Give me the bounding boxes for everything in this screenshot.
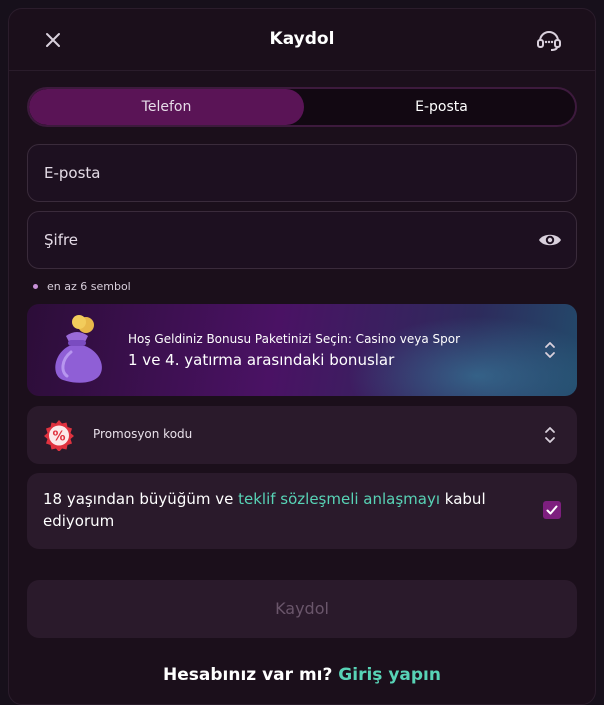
password-input[interactable]: [44, 212, 524, 268]
signup-method-tabs: Telefon E-posta: [27, 87, 577, 127]
check-icon: [546, 505, 558, 515]
terms-agreement: 18 yaşından büyüğüm ve teklif sözleşmeli…: [27, 473, 577, 549]
eye-icon[interactable]: [538, 229, 562, 251]
promo-code-label: Promosyon kodu: [93, 427, 193, 441]
login-link[interactable]: Giriş yapın: [338, 665, 441, 685]
terms-text-before: 18 yaşından büyüğüm ve: [43, 490, 239, 508]
promo-code-toggle[interactable]: % Promosyon kodu: [27, 406, 577, 464]
signup-modal: Kaydol Telefon E-posta en az 6 sembol: [8, 8, 596, 705]
chevron-updown-icon: [545, 427, 555, 443]
email-field-container: [27, 144, 577, 202]
login-prompt: Hesabınız var mı? Giriş yapın: [9, 665, 595, 685]
password-hint: en az 6 sembol: [33, 280, 131, 293]
modal-header: Kaydol: [9, 9, 595, 71]
chevron-updown-icon: [545, 342, 555, 358]
bullet-dot: [33, 284, 38, 289]
terms-link[interactable]: teklif sözleşmeli anlaşmayı: [238, 490, 440, 508]
tab-email[interactable]: E-posta: [304, 89, 575, 125]
bonus-title: 1 ve 4. yatırma arasındaki bonuslar: [128, 351, 395, 369]
svg-text:%: %: [52, 430, 65, 445]
bonus-subtitle: Hoş Geldiniz Bonusu Paketinizi Seçin: Ca…: [128, 332, 461, 346]
terms-text: 18 yaşından büyüğüm ve teklif sözleşmeli…: [43, 488, 503, 532]
password-hint-text: en az 6 sembol: [47, 280, 131, 293]
page-title: Kaydol: [269, 29, 335, 49]
email-input[interactable]: [44, 145, 524, 201]
password-field-container: [27, 211, 577, 269]
percent-badge-icon: %: [44, 420, 74, 451]
bonus-selector[interactable]: Hoş Geldiniz Bonusu Paketinizi Seçin: Ca…: [27, 304, 577, 396]
submit-button[interactable]: Kaydol: [27, 580, 577, 638]
login-question: Hesabınız var mı?: [163, 665, 333, 685]
tab-phone[interactable]: Telefon: [29, 89, 304, 125]
terms-checkbox[interactable]: [543, 501, 561, 519]
money-bag-icon: [55, 315, 102, 383]
support-headset-icon[interactable]: [535, 26, 563, 54]
